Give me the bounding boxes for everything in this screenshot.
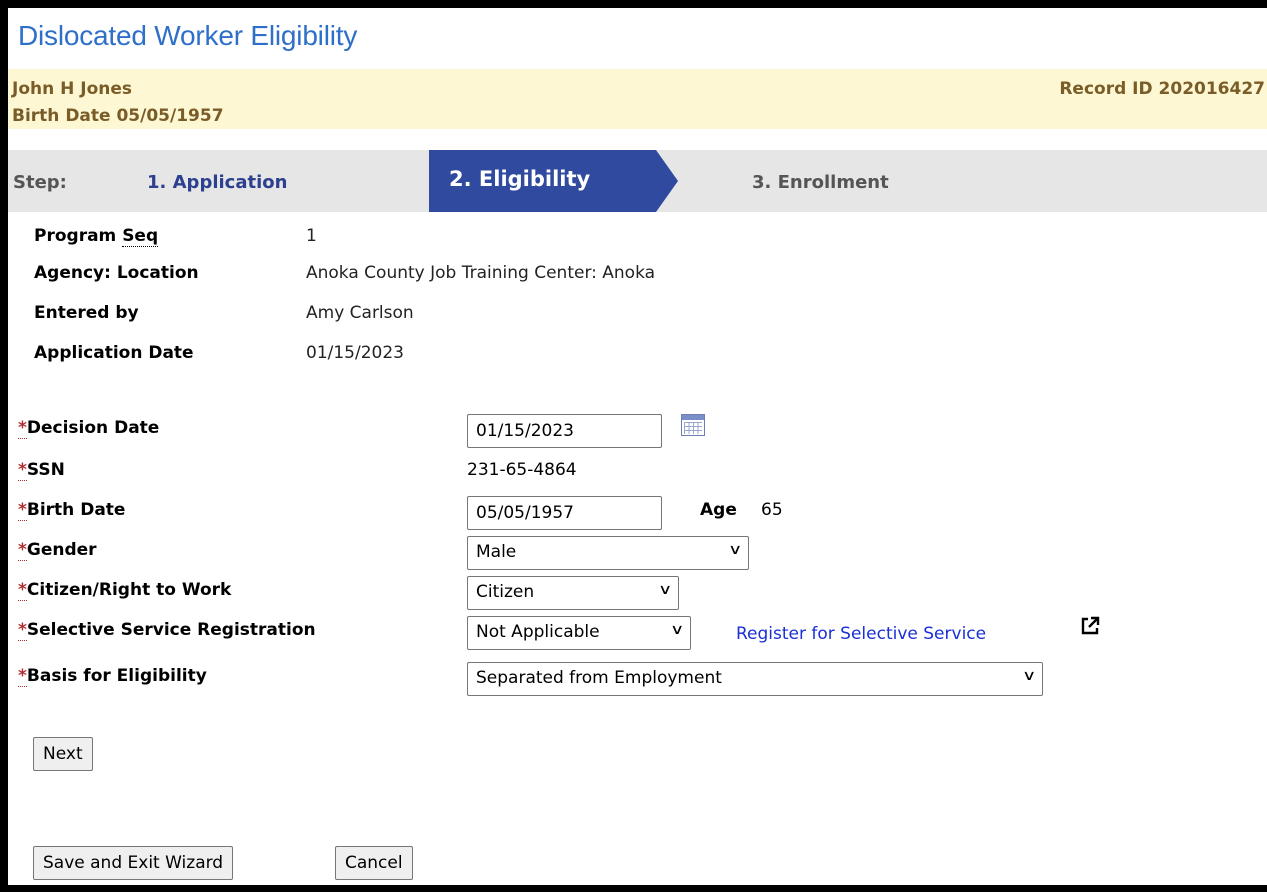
required-marker: *	[18, 500, 27, 521]
cancel-button[interactable]: Cancel	[335, 846, 413, 880]
decision-date-label: *Decision Date	[18, 418, 160, 439]
gender-label: *Gender	[18, 540, 97, 561]
record-id: Record ID 202016427	[1059, 79, 1265, 99]
citizen-control: Citizen ∨	[467, 576, 679, 610]
selective-service-select[interactable]: Not Applicable ∨	[467, 616, 691, 650]
ssn-label: *SSN	[18, 460, 65, 481]
decision-date-control	[467, 414, 662, 448]
agency-value: Anoka County Job Training Center: Anoka	[306, 263, 656, 283]
basis-label: *Basis for Eligibility	[18, 666, 207, 687]
citizen-selected-value: Citizen	[476, 582, 535, 602]
register-selective-service-link[interactable]: Register for Selective Service	[736, 624, 986, 644]
chevron-down-icon: ∨	[1021, 668, 1037, 684]
birth-date-label: *Birth Date	[18, 500, 126, 521]
basis-control: Separated from Employment ∨	[467, 662, 1043, 696]
person-header: John H Jones Birth Date 05/05/1957 Recor…	[8, 69, 1267, 129]
row-ssn: *SSN 231-65-4864	[18, 456, 1258, 486]
person-name: John H Jones	[12, 79, 133, 99]
age-value: 65	[761, 500, 783, 520]
entered-by-label: Entered by	[34, 303, 139, 323]
chevron-down-icon: ∨	[669, 622, 685, 638]
decision-date-label-text: Decision Date	[26, 418, 160, 438]
citizen-label-text: Citizen/Right to Work	[26, 580, 232, 600]
next-button[interactable]: Next	[33, 737, 93, 771]
row-gender: *Gender Male ∨	[18, 536, 1258, 570]
row-selective-service: *Selective Service Registration Not Appl…	[18, 616, 1258, 650]
ssn-value: 231-65-4864	[467, 460, 577, 480]
ssn-label-text: SSN	[26, 460, 65, 480]
program-seq-label: Program Seq	[34, 226, 159, 247]
entered-by-value: Amy Carlson	[306, 303, 414, 323]
program-seq-value: 1	[306, 226, 317, 246]
basis-select[interactable]: Separated from Employment ∨	[467, 662, 1043, 696]
birth-date-input[interactable]	[467, 496, 662, 530]
required-marker: *	[18, 540, 27, 561]
selective-service-selected-value: Not Applicable	[476, 622, 600, 642]
wizard-steps: Step: 1. Application 2. Eligibility 3. E…	[8, 150, 1267, 212]
wizard-frame: Dislocated Worker Eligibility John H Jon…	[8, 8, 1267, 885]
application-date-label: Application Date	[34, 343, 194, 363]
step-arrow	[656, 150, 678, 212]
basis-selected-value: Separated from Employment	[476, 668, 722, 688]
gender-control: Male ∨	[467, 536, 749, 570]
external-link-icon[interactable]	[1080, 616, 1100, 636]
selective-service-label-text: Selective Service Registration	[26, 620, 316, 640]
required-marker: *	[18, 418, 27, 439]
citizen-select[interactable]: Citizen ∨	[467, 576, 679, 610]
basis-label-text: Basis for Eligibility	[26, 666, 207, 686]
gender-label-text: Gender	[26, 540, 97, 560]
calendar-icon-head	[682, 415, 704, 420]
required-marker: *	[18, 620, 27, 641]
required-marker: *	[18, 460, 27, 481]
row-citizen: *Citizen/Right to Work Citizen ∨	[18, 576, 1258, 610]
gender-select[interactable]: Male ∨	[467, 536, 749, 570]
step-eligibility-label: 2. Eligibility	[449, 167, 591, 191]
application-date-value: 01/15/2023	[306, 343, 404, 363]
age-label: Age	[700, 500, 737, 520]
chevron-down-icon: ∨	[657, 582, 673, 598]
person-birth-date: Birth Date 05/05/1957	[12, 106, 224, 126]
gender-selected-value: Male	[476, 542, 517, 562]
chevron-down-icon: ∨	[727, 542, 743, 558]
step-eligibility-active: 2. Eligibility	[429, 150, 678, 212]
row-decision-date: *Decision Date	[18, 414, 1258, 448]
decision-date-input[interactable]	[467, 414, 662, 448]
birth-date-control	[467, 496, 662, 530]
calendar-icon[interactable]	[681, 414, 705, 436]
required-marker: *	[18, 666, 27, 687]
program-seq-abbrev: Seq	[122, 226, 159, 247]
row-birth-date: *Birth Date Age 65	[18, 496, 1258, 530]
calendar-icon-grid	[684, 422, 702, 434]
step-enrollment: 3. Enrollment	[752, 172, 889, 193]
selective-service-label: *Selective Service Registration	[18, 620, 316, 641]
row-basis: *Basis for Eligibility Separated from Em…	[18, 662, 1258, 696]
citizen-label: *Citizen/Right to Work	[18, 580, 232, 601]
agency-label: Agency: Location	[34, 263, 199, 283]
program-seq-label-text: Program Seq	[34, 226, 159, 247]
selective-service-control: Not Applicable ∨	[467, 616, 691, 650]
required-marker: *	[18, 580, 27, 601]
steps-label: Step:	[13, 172, 67, 193]
birth-date-label-text: Birth Date	[26, 500, 126, 520]
save-exit-wizard-button[interactable]: Save and Exit Wizard	[33, 846, 234, 880]
page-title: Dislocated Worker Eligibility	[18, 20, 358, 51]
step-application[interactable]: 1. Application	[147, 172, 287, 193]
